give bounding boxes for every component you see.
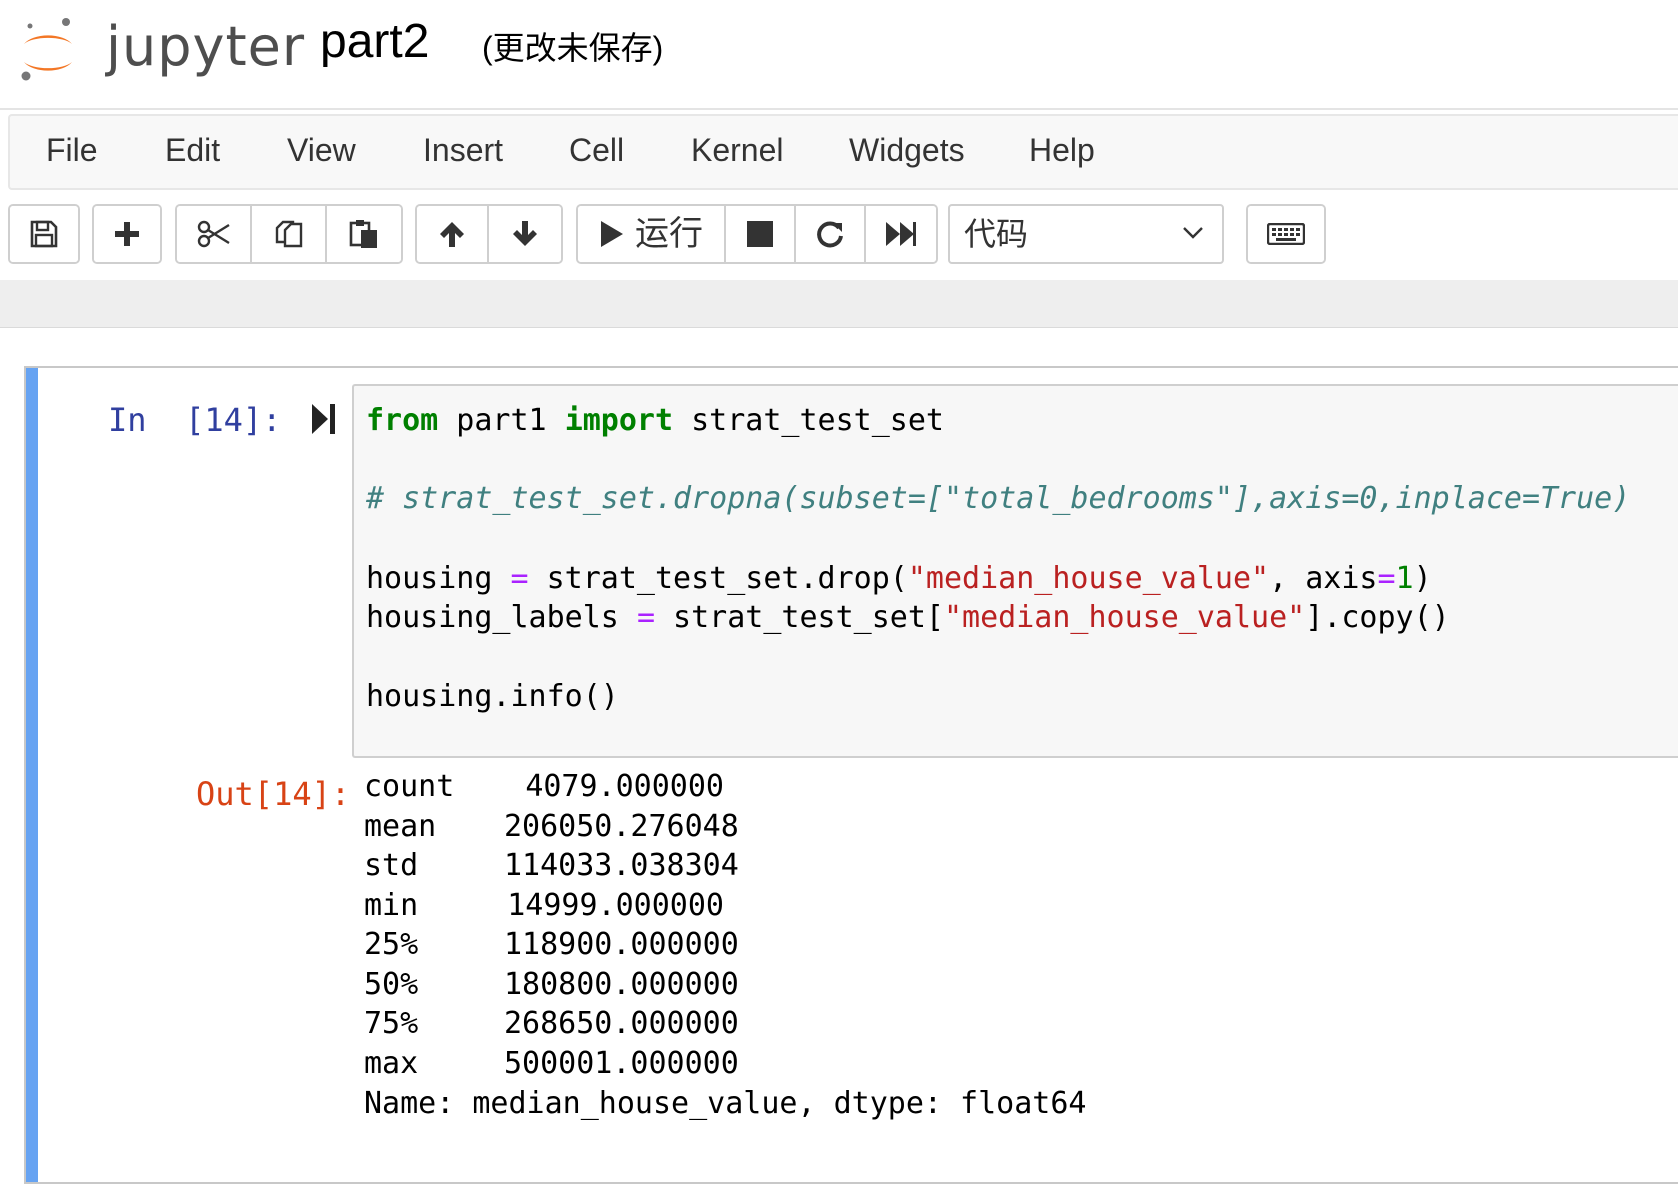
cell-type-value: 代码: [964, 216, 1029, 252]
code-editor[interactable]: from part1 import strat_test_set # strat…: [352, 384, 1678, 758]
notebook-toolbar-divider: [0, 280, 1678, 328]
menu-help[interactable]: Help: [1029, 134, 1095, 166]
scissors-icon: [197, 220, 230, 248]
jupyter-logo-text: jupyter: [106, 15, 306, 78]
arrow-down-icon: [513, 221, 537, 246]
plus-icon: [115, 222, 139, 246]
run-label: 运行: [635, 215, 703, 253]
output-row: count 4079.000000: [364, 769, 724, 804]
keyboard-group: [1246, 204, 1326, 264]
stop-icon: [747, 221, 773, 247]
arrow-up-icon: [440, 222, 464, 247]
notebook-header: jupyter part2 (更改未保存): [0, 0, 1678, 110]
jupyter-logo-icon: [21, 18, 72, 81]
cell-selection-bar: [26, 368, 38, 1182]
insert-cell-button[interactable]: [94, 206, 160, 262]
save-icon: [30, 220, 58, 248]
toolbar: 运行 代码: [0, 198, 1678, 278]
output-row: 50% 180800.000000: [364, 967, 739, 1002]
copy-button[interactable]: [252, 206, 327, 262]
output-row: 75% 268650.000000: [364, 1006, 739, 1041]
menu-edit[interactable]: Edit: [165, 134, 220, 166]
menu-insert[interactable]: Insert: [423, 134, 503, 166]
run-all-button[interactable]: [866, 206, 936, 262]
chevron-down-icon: [1183, 227, 1203, 239]
paste-button[interactable]: [327, 206, 401, 262]
menu-bar: File Edit View Insert Cell Kernel Widget…: [8, 114, 1678, 190]
output-row: mean 206050.276048: [364, 809, 739, 844]
code-line-2: # strat_test_set.dropna(subset=["total_b…: [366, 481, 1631, 516]
save-button[interactable]: [10, 206, 78, 262]
code-line-4: housing_labels = strat_test_set["median_…: [366, 600, 1450, 635]
run-group: 运行: [576, 204, 938, 264]
edit-group: [175, 204, 403, 264]
cell-type-select[interactable]: 代码: [948, 204, 1224, 264]
restart-icon: [817, 221, 843, 248]
input-prompt: In [14]:: [108, 401, 282, 439]
save-group: [8, 204, 80, 264]
save-status: (更改未保存): [482, 30, 664, 66]
paste-icon: [349, 220, 377, 248]
move-up-button[interactable]: [417, 206, 489, 262]
cut-button[interactable]: [177, 206, 252, 262]
menu-cell[interactable]: Cell: [569, 134, 624, 166]
menu-file[interactable]: File: [46, 134, 98, 166]
output-footer: Name: median_house_value, dtype: float64: [364, 1086, 1087, 1121]
keyboard-shortcuts-button[interactable]: [1248, 206, 1324, 262]
code-cell[interactable]: In [14]: from part1 import strat_test_se…: [24, 366, 1678, 1184]
move-group: [415, 204, 563, 264]
copy-icon: [275, 220, 302, 248]
notebook-name[interactable]: part2: [320, 18, 429, 66]
output-row: min 14999.000000: [364, 888, 724, 923]
cell-output: count 4079.000000 mean 206050.276048 std 11…: [364, 772, 1364, 1152]
run-cell-icon[interactable]: [310, 402, 338, 436]
interrupt-button[interactable]: [726, 206, 796, 262]
output-row: max 500001.000000: [364, 1046, 739, 1081]
move-down-button[interactable]: [489, 206, 561, 262]
fast-forward-icon: [886, 222, 916, 246]
jupyter-logo[interactable]: jupyter: [18, 12, 304, 92]
code-line-3: housing = strat_test_set.drop("median_ho…: [366, 561, 1432, 596]
run-button[interactable]: 运行: [578, 206, 726, 262]
output-prompt: Out[14]:: [196, 775, 351, 813]
play-icon: [601, 221, 623, 247]
menu-widgets[interactable]: Widgets: [849, 134, 965, 166]
code-line-1: from part1 import strat_test_set: [366, 403, 944, 438]
output-row: 25% 118900.000000: [364, 927, 739, 962]
menu-view[interactable]: View: [287, 134, 356, 166]
keyboard-icon: [1267, 223, 1305, 245]
restart-button[interactable]: [796, 206, 866, 262]
code-line-5: housing.info(): [366, 679, 619, 714]
output-row: std 114033.038304: [364, 848, 739, 883]
insert-group: [92, 204, 162, 264]
menu-kernel[interactable]: Kernel: [691, 134, 784, 166]
